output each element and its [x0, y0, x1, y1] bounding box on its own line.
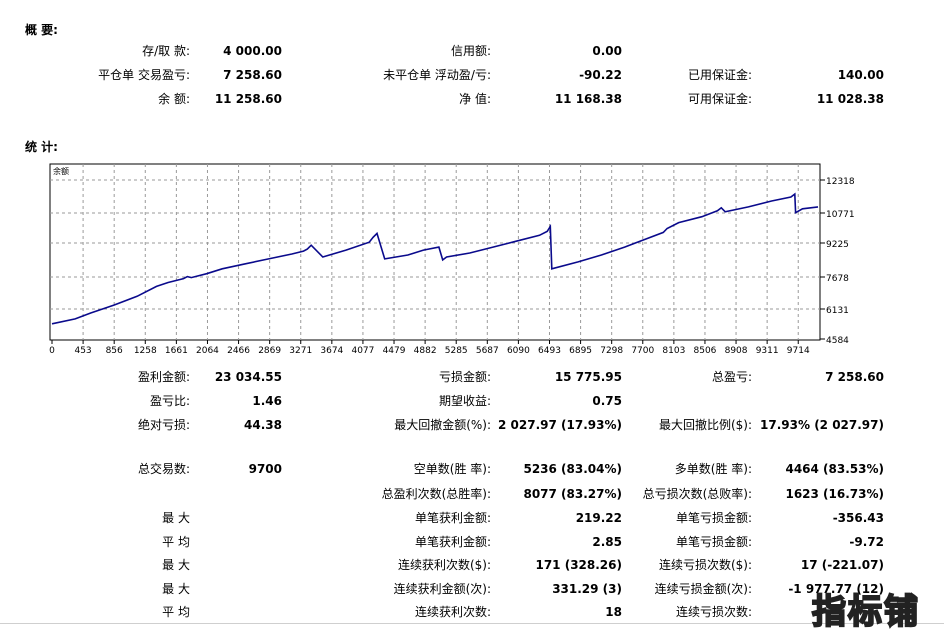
stat-value: 331.29 (3): [552, 582, 622, 596]
stat-label: 总盈利次数(总胜率):: [381, 487, 491, 501]
x-tick-label: 2064: [196, 346, 219, 356]
x-tick-label: 2466: [227, 346, 250, 356]
stat-value: 219.22: [575, 511, 622, 525]
stat-label: 平 均: [162, 535, 190, 549]
watermark-logo: 指标铺: [811, 591, 920, 633]
stat-value: 2.85: [592, 535, 622, 549]
stat-label: 多单数(胜 率):: [674, 462, 752, 476]
chart-title: 余额: [53, 166, 69, 176]
x-tick-label: 453: [74, 346, 91, 356]
x-tick-label: 2869: [258, 346, 281, 356]
stat-label: 最大回撤金额(%):: [394, 418, 491, 432]
x-tick-label: 3674: [320, 346, 343, 356]
stat-value: 8077 (83.27%): [523, 487, 622, 501]
y-tick-label: 7678: [826, 274, 849, 284]
stat-label: 连续亏损次数:: [675, 605, 752, 619]
stat-value: -356.43: [832, 511, 884, 525]
stat-label: 期望收益:: [438, 394, 491, 408]
x-tick-label: 7700: [631, 346, 654, 356]
stat-label: 单笔亏损金额:: [675, 511, 752, 525]
y-tick-label: 9225: [826, 240, 849, 250]
stat-label: 亏损金额:: [438, 370, 491, 384]
x-tick-label: 5687: [476, 346, 499, 356]
x-tick-label: 1258: [134, 346, 157, 356]
stat-label: 单笔获利金额:: [414, 511, 491, 525]
stat-value: 0.75: [592, 394, 622, 408]
stat-label: 连续获利次数($):: [397, 558, 491, 572]
x-tick-label: 9714: [787, 346, 810, 356]
stat-label: 总盈亏:: [711, 370, 752, 384]
stat-value: 9700: [248, 462, 282, 476]
stat-value: 17 (-221.07): [800, 558, 884, 572]
stat-label: 总亏损次数(总败率):: [642, 487, 752, 501]
x-tick-label: 7298: [600, 346, 623, 356]
y-tick-label: 4584: [826, 336, 849, 346]
stat-label: 空单数(胜 率):: [413, 462, 491, 476]
stat-value: 4464 (83.53%): [785, 462, 884, 476]
stat-label: 连续亏损次数($):: [658, 558, 752, 572]
x-tick-label: 8506: [694, 346, 717, 356]
stat-label: 盈利金额:: [137, 370, 190, 384]
stat-label: 连续获利金额(次):: [393, 582, 491, 596]
stat-label: 最 大: [162, 558, 190, 572]
stat-value: 44.38: [244, 418, 282, 432]
x-tick-label: 6090: [507, 346, 530, 356]
stat-label: 连续亏损金额(次):: [654, 582, 752, 596]
stat-label: 总交易数:: [137, 462, 190, 476]
stat-label: 最 大: [162, 511, 190, 525]
stat-value: -9.72: [849, 535, 884, 549]
x-tick-label: 4077: [351, 346, 374, 356]
x-tick-label: 6895: [569, 346, 592, 356]
balance-chart: 12318 10771 9225 7678 6131 4584 0 453 856 1258 166…: [49, 163, 855, 356]
stat-value: 23 034.55: [214, 370, 282, 384]
stat-value: 1623 (16.73%): [785, 487, 884, 501]
x-tick-label: 4479: [383, 346, 406, 356]
x-tick-label: 8103: [662, 346, 685, 356]
stat-value: 2 027.97 (17.93%): [498, 418, 622, 432]
stat-value: 17.93% (2 027.97): [760, 418, 884, 432]
y-tick-label: 10771: [826, 210, 855, 220]
y-tick-label: 12318: [826, 177, 855, 187]
stat-label: 绝对亏损:: [137, 418, 190, 432]
stat-label: 最大回撤比例($):: [658, 418, 752, 432]
stat-value: 5236 (83.04%): [523, 462, 622, 476]
stat-value: 7 258.60: [825, 370, 884, 384]
x-tick-label: 8908: [725, 346, 748, 356]
x-tick-label: 9311: [756, 346, 779, 356]
stat-value: 1.46: [252, 394, 282, 408]
x-tick-label: 4882: [414, 346, 437, 356]
x-tick-label: 6493: [538, 346, 561, 356]
stat-value: 18: [605, 605, 622, 619]
stat-label: 最 大: [162, 582, 190, 596]
stat-value: 171 (328.26): [535, 558, 622, 572]
x-tick-label: 5285: [445, 346, 468, 356]
x-tick-label: 1661: [165, 346, 188, 356]
stat-label: 单笔亏损金额:: [675, 535, 752, 549]
y-tick-label: 6131: [826, 306, 849, 316]
bottom-divider: [0, 623, 944, 624]
stat-label: 连续获利次数:: [414, 605, 491, 619]
stat-label: 平 均: [162, 605, 190, 619]
x-tick-label: 3271: [289, 346, 312, 356]
stat-value: 15 775.95: [554, 370, 622, 384]
stat-label: 盈亏比:: [149, 394, 190, 408]
x-tick-label: 856: [106, 346, 123, 356]
x-tick-label: 0: [49, 346, 55, 356]
stat-label: 单笔获利金额:: [414, 535, 491, 549]
